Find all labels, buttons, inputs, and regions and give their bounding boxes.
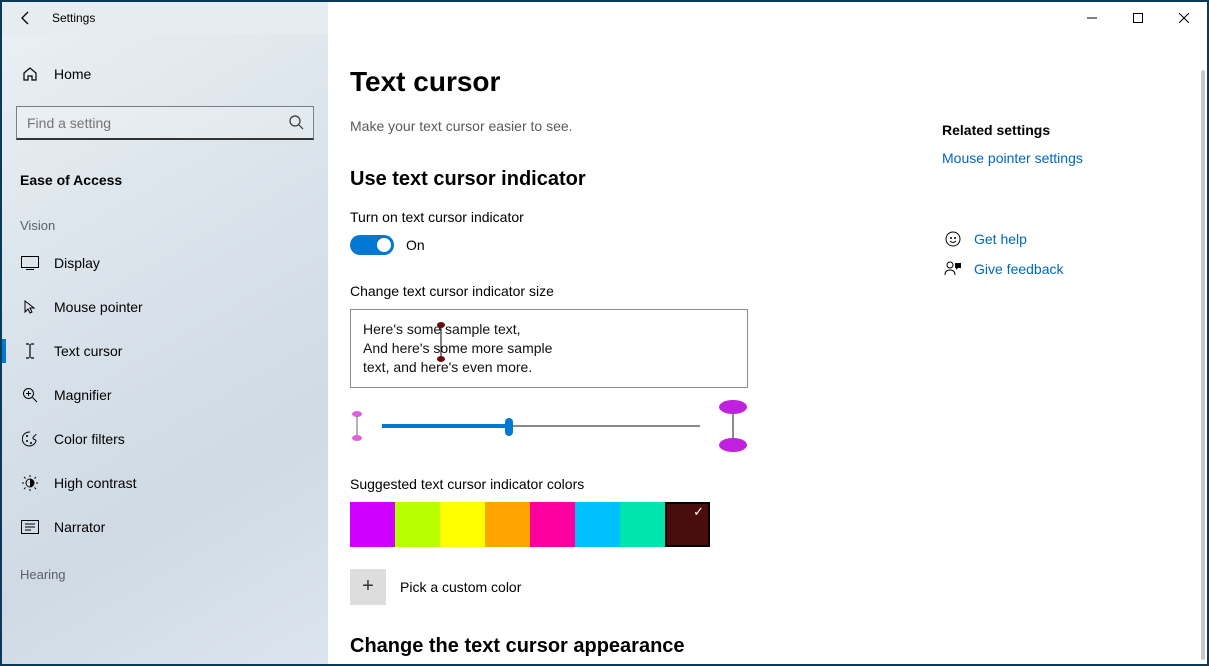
related-panel: Related settings Mouse pointer settings … [942, 34, 1207, 664]
cursor-indicator-preview [436, 322, 446, 367]
content-scrollbar[interactable] [1201, 70, 1205, 660]
toggle-state-text: On [406, 237, 425, 253]
group-hearing: Hearing [2, 549, 328, 590]
color-swatch[interactable] [575, 502, 620, 547]
preview-line: text, and here's even more. [363, 358, 735, 377]
size-slider-row [350, 400, 748, 452]
palette-icon [20, 431, 40, 447]
sidebar-item-text-cursor[interactable]: Text cursor [2, 329, 328, 373]
sidebar-item-label: Display [54, 255, 100, 271]
sidebar-item-high-contrast[interactable]: High contrast [2, 461, 328, 505]
color-swatch[interactable] [440, 502, 485, 547]
close-button[interactable] [1161, 2, 1207, 34]
custom-color-button[interactable]: + [350, 569, 386, 605]
pointer-icon [20, 299, 40, 315]
color-swatch[interactable] [620, 502, 665, 547]
size-label: Change text cursor indicator size [350, 283, 912, 299]
color-swatch[interactable] [350, 502, 395, 547]
page-subtitle: Make your text cursor easier to see. [350, 118, 912, 134]
sidebar-item-label: Magnifier [54, 387, 112, 403]
sidebar-item-mouse-pointer[interactable]: Mouse pointer [2, 285, 328, 329]
help-icon [942, 230, 964, 248]
preview-line: Here's some sample text, [363, 320, 735, 339]
window-title: Settings [52, 11, 95, 25]
plus-icon: + [362, 575, 374, 598]
main-content: Text cursor Make your text cursor easier… [328, 34, 1207, 664]
color-swatches [350, 502, 912, 547]
indicator-small-icon [350, 411, 364, 441]
text-cursor-icon [20, 343, 40, 359]
size-slider[interactable] [382, 416, 700, 436]
related-heading: Related settings [942, 122, 1187, 138]
narrator-icon [20, 520, 40, 534]
sidebar-item-color-filters[interactable]: Color filters [2, 417, 328, 461]
sidebar-item-label: Mouse pointer [54, 299, 143, 315]
sidebar-item-label: Text cursor [54, 343, 122, 359]
sidebar: Home Ease of Access Vision Display Mouse… [2, 34, 328, 664]
group-vision: Vision [2, 200, 328, 241]
sidebar-item-label: Narrator [54, 519, 105, 535]
home-label: Home [54, 66, 91, 82]
sidebar-item-label: High contrast [54, 475, 136, 491]
colors-label: Suggested text cursor indicator colors [350, 476, 912, 492]
window-controls [1069, 2, 1207, 34]
toggle-label: Turn on text cursor indicator [350, 209, 912, 225]
indicator-toggle[interactable] [350, 235, 394, 255]
maximize-button[interactable] [1115, 2, 1161, 34]
related-link-mouse-pointer[interactable]: Mouse pointer settings [942, 150, 1083, 166]
sidebar-item-label: Color filters [54, 431, 125, 447]
category-label: Ease of Access [2, 160, 328, 200]
search-box[interactable] [16, 106, 314, 140]
section-indicator-heading: Use text cursor indicator [350, 168, 912, 191]
preview-box: Here's some sample text, And here's some… [350, 309, 748, 388]
home-nav[interactable]: Home [2, 54, 328, 94]
color-swatch[interactable] [665, 502, 710, 547]
page-title: Text cursor [350, 66, 912, 98]
search-input[interactable] [16, 106, 314, 140]
display-icon [20, 256, 40, 270]
section-appearance-heading: Change the text cursor appearance [350, 635, 912, 658]
back-button[interactable] [12, 4, 40, 32]
home-icon [20, 66, 40, 82]
sidebar-item-magnifier[interactable]: Magnifier [2, 373, 328, 417]
preview-line: And here's some more sample [363, 339, 735, 358]
feedback-icon [942, 260, 964, 278]
give-feedback-link[interactable]: Give feedback [974, 261, 1064, 277]
color-swatch[interactable] [530, 502, 575, 547]
contrast-icon [20, 475, 40, 491]
sidebar-item-narrator[interactable]: Narrator [2, 505, 328, 549]
minimize-button[interactable] [1069, 2, 1115, 34]
title-bar: Settings [2, 2, 1207, 34]
magnifier-icon [20, 387, 40, 403]
color-swatch[interactable] [485, 502, 530, 547]
indicator-large-icon [718, 400, 748, 452]
color-swatch[interactable] [395, 502, 440, 547]
custom-color-label: Pick a custom color [400, 579, 521, 595]
sidebar-item-display[interactable]: Display [2, 241, 328, 285]
search-icon [288, 114, 304, 135]
get-help-link[interactable]: Get help [974, 231, 1027, 247]
